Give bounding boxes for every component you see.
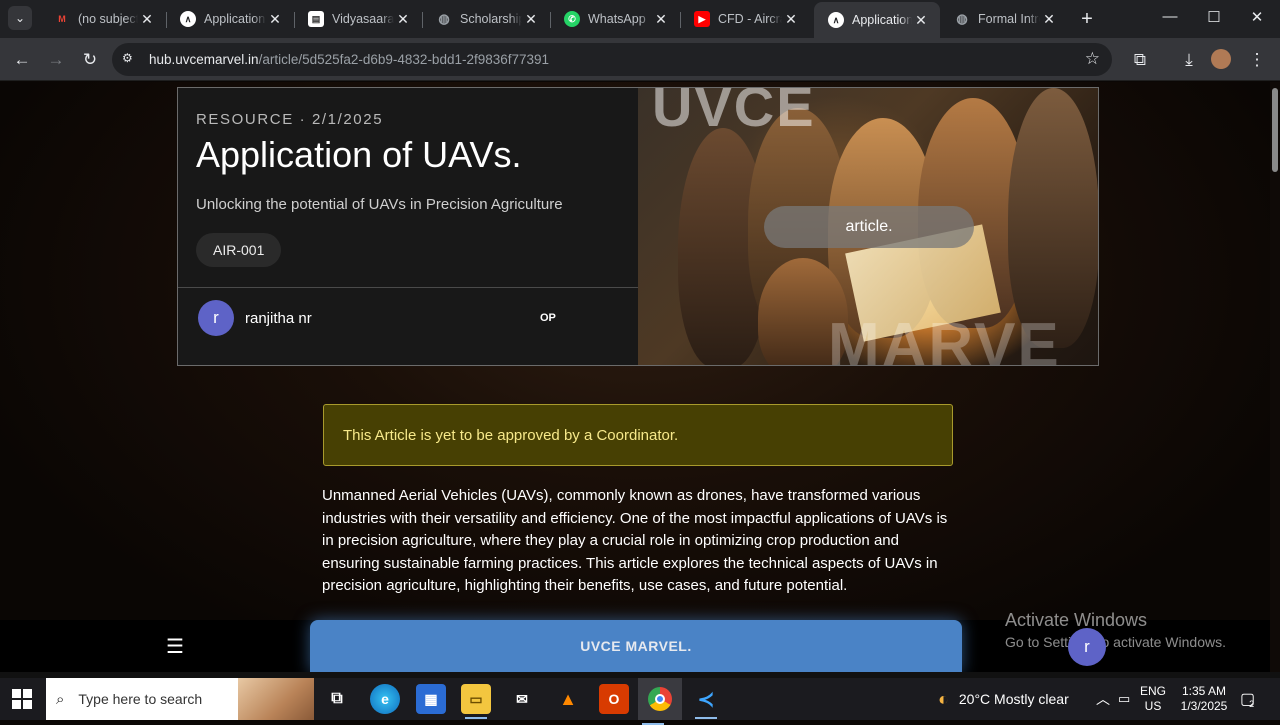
youtube-icon: ▶ [694,11,710,27]
article-hero-card: RESOURCE · 2/1/2025 Application of UAVs.… [177,87,1099,366]
file-explorer-icon[interactable]: ▭ [461,684,491,719]
author-name[interactable]: ranjitha nr [245,310,312,327]
article-meta: RESOURCE · 2/1/2025 [196,111,384,128]
article-type-badge: article. [764,206,974,248]
tab-scholarship[interactable]: ◍ Scholarship ✕ [422,4,550,34]
taskbar-search-placeholder: Type here to search [78,691,203,707]
edge-icon[interactable]: e [370,684,400,714]
vlc-icon[interactable]: ▲ [553,684,583,714]
article-code-chip: AIR-001 [196,233,282,267]
close-tab-icon[interactable]: ✕ [652,11,670,28]
profile-avatar[interactable] [1211,49,1231,69]
close-window-icon[interactable]: ✕ [1245,8,1269,26]
store-icon[interactable]: ▦ [416,684,446,714]
bookmark-star-icon[interactable]: ☆ [1085,49,1100,69]
chrome-icon[interactable] [638,678,682,725]
forward-icon[interactable]: → [43,47,69,73]
task-view-icon[interactable]: ⧉ [322,684,352,714]
article-page: RESOURCE · 2/1/2025 Application of UAVs.… [0,82,1280,672]
notifications-icon[interactable]: ▢ 2 [1240,678,1255,720]
activate-windows-watermark: Activate Windows Go to Settings to activ… [1005,610,1226,650]
activate-windows-subtitle: Go to Settings to activate Windows. [1005,634,1226,650]
article-title: Application of UAVs. [196,134,522,175]
taskbar-search-box[interactable]: ⌕ Type here to search [46,678,314,720]
extensions-icon[interactable]: ⧉ [1127,47,1153,73]
tab-whatsapp[interactable]: ✆ WhatsApp ✕ [550,4,680,34]
office-icon[interactable]: O [599,684,629,714]
more-menu-icon[interactable]: ⋮ [1244,47,1270,73]
url-text[interactable]: hub.uvcemarvel.in/article/5d525fa2-d6b9-… [149,52,549,67]
image-watermark-bottom: MARVE [828,311,1061,366]
article-subtitle: Unlocking the potential of UAVs in Preci… [196,196,563,213]
weather-text: 20°C Mostly clear [958,691,1069,707]
site-info-icon[interactable]: ⚙ [122,51,133,65]
tab-search-icon[interactable]: ⌄ [8,6,32,30]
tab-application-uavs-active[interactable]: ∧ Application of UAVs. ✕ [814,2,940,38]
close-tab-icon[interactable]: ✕ [912,12,930,29]
close-tab-icon[interactable]: ✕ [138,11,156,28]
tab-cfd-aircraft[interactable]: ▶ CFD - Aircraft ✕ [680,4,810,34]
tab-application-uavs[interactable]: ∧ Application of UAVs. ✕ [166,4,294,34]
image-figure [1008,88,1098,348]
minimize-icon[interactable]: — [1158,8,1182,25]
moon-weather-icon: ◐ [938,688,949,709]
browser-toolbar: ← → ↻ ⚙ hub.uvcemarvel.in/article/5d525f… [0,38,1280,81]
address-bar[interactable]: ⚙ hub.uvcemarvel.in/article/5d525fa2-d6b… [112,43,1112,76]
globe-icon: ◍ [956,11,968,26]
windows-taskbar: ⌕ Type here to search ⧉ e ▦ ▭ ✉ ▲ O ≺ ◐ … [0,678,1280,725]
globe-icon: ◍ [438,11,450,26]
notification-count: 2 [1249,699,1255,709]
browser-tab-strip: ⌄ M (no subject) ✕ ∧ Application of UAVs… [0,0,1280,38]
close-tab-icon[interactable]: ✕ [266,11,284,28]
download-icon[interactable]: ⤓ [1176,47,1202,73]
tray-chevron-icon[interactable]: ︿ [1096,678,1110,720]
battery-icon[interactable]: ▭ [1118,678,1130,720]
close-tab-icon[interactable]: ✕ [1040,11,1058,28]
activate-windows-title: Activate Windows [1005,610,1148,630]
whatsapp-icon: ✆ [564,11,580,27]
article-cover-image: UVCE MARVE article. [638,88,1098,366]
vidyasaarathi-icon: ▤ [308,11,324,27]
close-tab-icon[interactable]: ✕ [522,11,540,28]
search-icon: ⌕ [56,690,65,708]
language-indicator[interactable]: ENG US [1140,678,1166,720]
mail-icon[interactable]: ✉ [507,684,537,714]
tab-gmail[interactable]: M (no subject) ✕ [40,4,166,34]
vscode-icon[interactable]: ≺ [691,684,721,719]
approval-notice: This Article is yet to be approved by a … [323,404,953,466]
page-scrollbar[interactable] [1270,82,1280,672]
op-badge: OP [540,312,556,324]
user-avatar-button[interactable]: r [1068,628,1106,666]
hero-info-panel: RESOURCE · 2/1/2025 Application of UAVs.… [178,88,638,365]
author-avatar[interactable]: r [198,300,234,336]
close-tab-icon[interactable]: ✕ [782,11,800,28]
scrollbar-thumb[interactable] [1272,88,1278,172]
gmail-icon: M [58,14,66,24]
close-tab-icon[interactable]: ✕ [394,11,412,28]
search-highlight-image [238,678,314,720]
windows-start-icon[interactable] [12,689,32,709]
uvce-marvel-icon: ∧ [180,11,196,27]
brand-bar[interactable]: UVCE MARVEL. [310,620,962,672]
clock[interactable]: 1:35 AM 1/3/2025 [1176,678,1232,720]
tab-formal-intro[interactable]: ◍ Formal Intro ✕ [940,4,1068,34]
hamburger-icon[interactable]: ☰ [166,634,184,659]
image-watermark-top: UVCE [652,88,816,138]
back-icon[interactable]: ← [9,47,35,73]
weather-widget[interactable]: ◐ 20°C Mostly clear [938,678,1069,720]
divider [178,287,638,288]
uvce-marvel-icon: ∧ [828,12,844,28]
reload-icon[interactable]: ↻ [77,47,103,73]
new-tab-button[interactable]: + [1076,8,1098,30]
maximize-icon[interactable]: ☐ [1202,8,1226,26]
article-body-paragraph: Unmanned Aerial Vehicles (UAVs), commonl… [322,487,948,594]
tab-vidyasaarathi[interactable]: ▤ Vidyasaarathi ✕ [294,4,422,34]
